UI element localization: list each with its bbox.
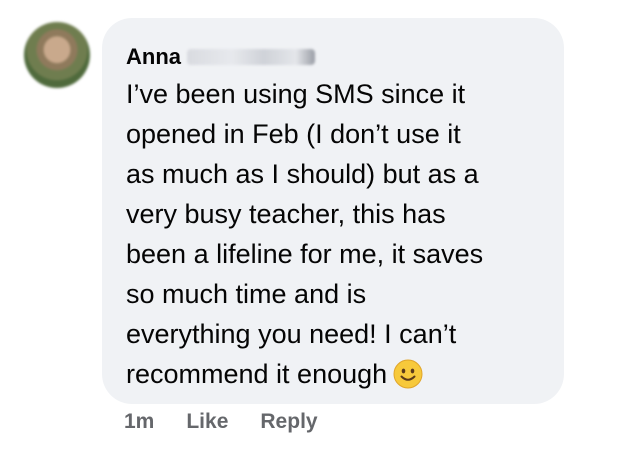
comment-line: recommend it enough bbox=[126, 359, 388, 389]
comment-line: opened in Feb (I don’t use it bbox=[126, 119, 461, 149]
comment-timestamp[interactable]: 1m bbox=[124, 410, 154, 434]
comment-line: so much time and is bbox=[126, 279, 367, 309]
author-first-name: Anna bbox=[126, 44, 181, 69]
comment-line: very busy teacher, this has bbox=[126, 199, 446, 229]
like-button[interactable]: Like bbox=[186, 410, 228, 434]
comment-line: I’ve been using SMS since it bbox=[126, 79, 466, 109]
reply-button[interactable]: Reply bbox=[260, 410, 317, 434]
comment-bubble: Anna I’ve been using SMS since it opened… bbox=[102, 18, 564, 404]
comment-container: Anna I’ve been using SMS since it opened… bbox=[0, 0, 620, 460]
comment-text: I’ve been using SMS since it opened in F… bbox=[126, 74, 544, 394]
avatar[interactable] bbox=[24, 22, 90, 88]
comment-actions: 1m Like Reply bbox=[124, 410, 318, 434]
comment-line-last: recommend it enough bbox=[126, 354, 544, 394]
slightly-smiling-face-icon bbox=[393, 359, 423, 389]
comment-author[interactable]: Anna bbox=[126, 44, 315, 70]
comment-line: been a lifeline for me, it saves bbox=[126, 239, 484, 269]
comment-line: as much as I should) but as a bbox=[126, 159, 479, 189]
comment-line: everything you need! I can’t bbox=[126, 319, 457, 349]
redacted-last-name bbox=[187, 49, 315, 65]
